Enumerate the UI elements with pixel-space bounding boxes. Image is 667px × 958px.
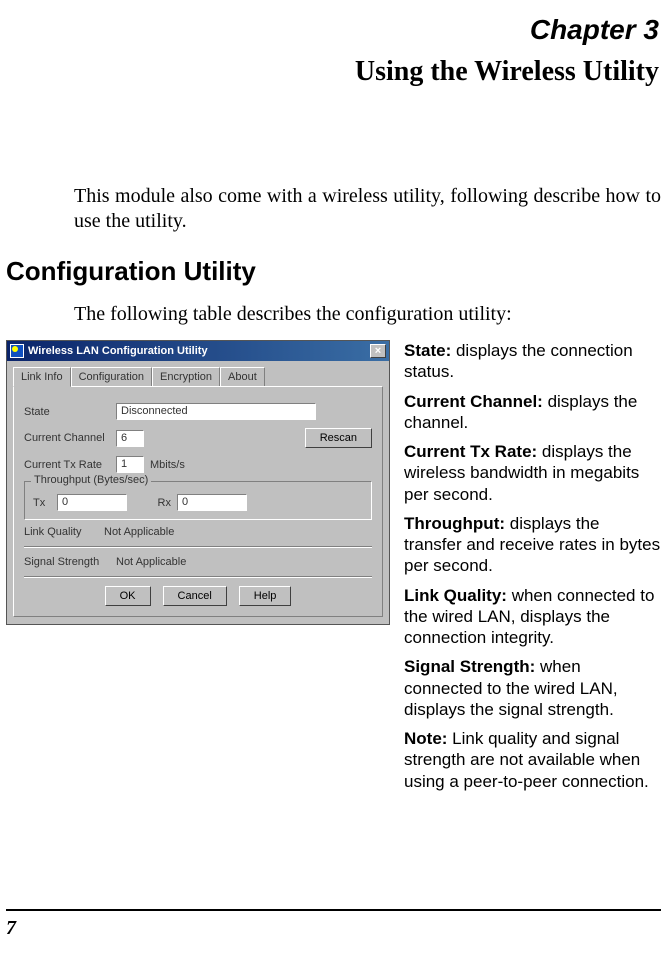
state-field[interactable]: Disconnected — [116, 403, 316, 420]
definitions-column: State: displays the connection status. C… — [404, 340, 661, 800]
throughput-label: Throughput (Bytes/sec) — [31, 474, 151, 486]
state-label: State — [24, 406, 116, 418]
tab-about[interactable]: About — [220, 367, 265, 387]
txrate-label: Current Tx Rate — [24, 459, 116, 471]
tab-page: State Disconnected Current Channel 6 Res… — [13, 386, 383, 617]
link-quality-label: Link Quality — [24, 526, 104, 538]
tx-label: Tx — [33, 497, 57, 509]
tab-link-info[interactable]: Link Info — [13, 367, 71, 387]
close-button[interactable]: × — [370, 344, 386, 358]
tab-encryption[interactable]: Encryption — [152, 367, 220, 387]
section-heading: Configuration Utility — [6, 256, 661, 287]
app-icon — [10, 344, 24, 358]
page-footer: 7 — [6, 909, 661, 940]
dialog-titlebar: Wireless LAN Configuration Utility × — [7, 341, 389, 361]
rx-field[interactable]: 0 — [177, 494, 247, 511]
def-throughput: Throughput: displays the transfer and re… — [404, 513, 661, 577]
ok-button[interactable]: OK — [105, 586, 151, 606]
footer-rule — [6, 909, 661, 911]
channel-label: Current Channel — [24, 432, 116, 444]
tab-configuration[interactable]: Configuration — [71, 367, 152, 387]
tx-field[interactable]: 0 — [57, 494, 127, 511]
def-signal-strength: Signal Strength: when connected to the w… — [404, 656, 661, 720]
signal-strength-label: Signal Strength — [24, 556, 116, 568]
separator — [24, 576, 372, 578]
txrate-field[interactable]: 1 — [116, 456, 144, 473]
txrate-unit: Mbits/s — [150, 459, 185, 471]
rescan-button[interactable]: Rescan — [305, 428, 372, 448]
def-channel: Current Channel: displays the channel. — [404, 391, 661, 434]
def-note: Note: Link quality and signal strength a… — [404, 728, 661, 792]
cancel-button[interactable]: Cancel — [163, 586, 227, 606]
tab-bar: Link Info Configuration Encryption About — [7, 361, 389, 387]
separator — [24, 546, 372, 548]
help-button[interactable]: Help — [239, 586, 292, 606]
page-title: Using the Wireless Utility — [6, 56, 661, 88]
intro-text: This module also come with a wireless ut… — [74, 184, 661, 234]
dialog-title: Wireless LAN Configuration Utility — [28, 345, 370, 357]
rx-label: Rx — [127, 497, 177, 509]
link-quality-value: Not Applicable — [104, 526, 174, 538]
def-txrate: Current Tx Rate: displays the wireless b… — [404, 441, 661, 505]
throughput-group: Throughput (Bytes/sec) Tx 0 Rx 0 — [24, 481, 372, 520]
def-state: State: displays the connection status. — [404, 340, 661, 383]
def-link-quality: Link Quality: when connected to the wire… — [404, 585, 661, 649]
signal-strength-value: Not Applicable — [116, 556, 186, 568]
table-description: The following table describes the config… — [74, 303, 661, 326]
chapter-label: Chapter 3 — [6, 14, 661, 46]
config-dialog: Wireless LAN Configuration Utility × Lin… — [6, 340, 390, 625]
channel-field[interactable]: 6 — [116, 430, 144, 447]
page-number: 7 — [6, 917, 661, 940]
